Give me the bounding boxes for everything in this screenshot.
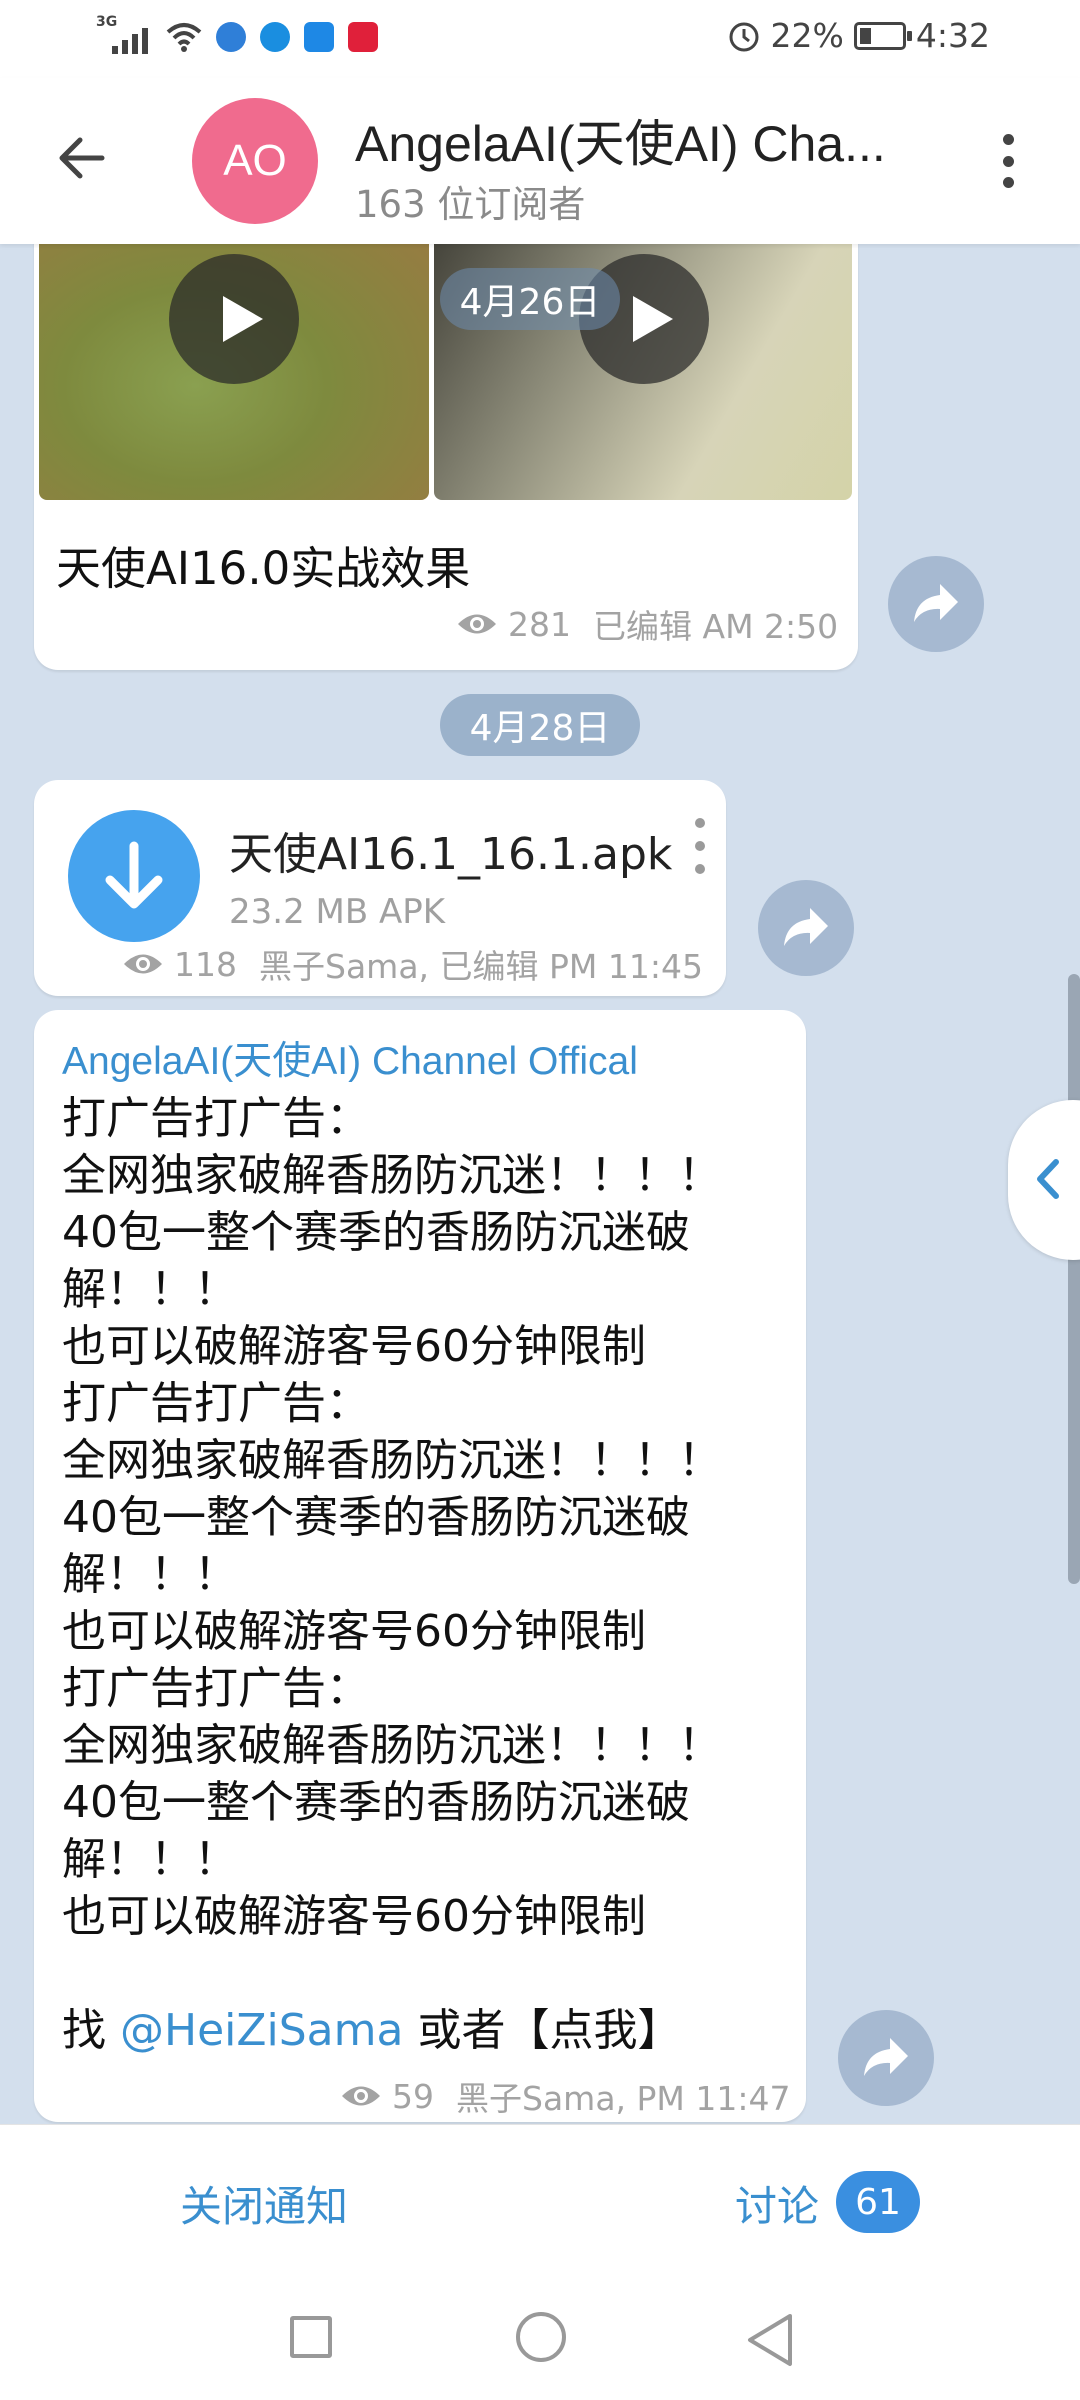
view-count: 118 [174,944,237,984]
eye-icon [124,954,162,974]
channel-avatar[interactable]: AO [192,98,318,224]
edit-time: 已编辑 AM 2:50 [593,607,839,646]
play-icon[interactable] [169,254,299,384]
wifi-icon [166,23,202,52]
message-sender[interactable]: AngelaAI(天使AI) Channel Offical [62,1030,638,1086]
status-left: 3G [96,14,378,56]
notif-app-icon-1 [216,22,246,52]
message-line: 打广告打广告： [62,1093,370,1144]
more-vert-icon [1002,134,1014,145]
mention-link[interactable]: @HeiZiSama [120,2005,403,2056]
back-button[interactable] [52,128,112,188]
clock: 4:32 [915,16,990,55]
eye-icon [342,2086,380,2106]
message-line: 解！！！ [62,1834,238,1885]
message-line: 解！！！ [62,1264,238,1315]
channel-bottom-bar: 关闭通知 讨论 61 [0,2124,1080,2284]
recents-button[interactable] [290,2316,332,2358]
message-line: 全网独家破解香肠防沉迷！！！！ [62,1720,722,1771]
nav-back-button[interactable] [744,2312,796,2368]
view-count: 59 [392,2076,434,2116]
notif-app-icon-4 [348,22,378,52]
scrollbar[interactable] [1068,974,1080,1584]
date-separator: 4月28日 [440,694,640,756]
subscriber-count: 163 位订阅者 [355,183,586,226]
share-icon [864,2038,908,2076]
home-button[interactable] [516,2312,566,2362]
discuss-button[interactable]: 讨论 [735,2173,819,2234]
chat-header: AO AngelaAI(天使AI) Cha... 163 位订阅者 [0,78,1080,244]
message-line: 40包一整个赛季的香肠防沉迷破 [62,1777,690,1828]
message-last-line: 找 @HeiZiSama 或者【点我】 [62,2002,681,2059]
download-button[interactable] [68,810,200,942]
video-thumbnail-1[interactable] [39,244,429,500]
signal-icon: 3G [96,14,152,56]
message-caption: 天使AI16.0实战效果 [56,542,471,595]
alarm-icon [729,22,759,51]
message-text-post[interactable]: AngelaAI(天使AI) Channel Offical 打广告打广告： 全… [34,1010,806,2122]
download-icon [105,841,163,909]
share-button[interactable] [838,2010,934,2106]
eye-icon [458,614,496,634]
battery-percent: 22% [770,16,844,55]
status-right: 22% 4:32 [727,16,990,55]
message-line: 也可以破解游客号60分钟限制 [62,1891,646,1942]
system-nav-bar [0,2284,1080,2400]
message-line: 解！！！ [62,1549,238,1600]
message-line: 也可以破解游客号60分钟限制 [62,1321,646,1372]
text-suffix[interactable]: 或者【点我】 [403,2005,681,2056]
mute-notifications-button[interactable]: 关闭通知 [180,2173,348,2234]
message-meta: 118 黑子Sama, 已编辑 PM 11:45 [122,940,703,988]
sender-time: 黑子Sama, PM 11:47 [456,2079,791,2118]
side-panel-tab[interactable] [1008,1100,1080,1260]
date-separator: 4月26日 [440,268,620,330]
share-icon [784,908,828,946]
message-meta: 281 已编辑 AM 2:50 [456,600,838,648]
message-line: 打广告打广告： [62,1378,370,1429]
file-menu-button[interactable] [690,818,710,874]
message-line: 40包一整个赛季的香肠防沉迷破 [62,1207,690,1258]
battery-icon [853,21,912,50]
chevron-left-icon [1037,1159,1059,1199]
back-arrow-icon [59,137,105,179]
file-name: 天使AI16.1_16.1.apk [229,829,673,880]
message-file[interactable]: 天使AI16.1_16.1.apk 23.2 MB APK 118 黑子Sama… [34,780,726,996]
view-count: 281 [508,604,571,644]
more-options-button[interactable] [990,128,1026,194]
file-size: 23.2 MB APK [229,892,446,932]
message-line: 全网独家破解香肠防沉迷！！！！ [62,1435,722,1486]
share-icon [914,584,958,622]
message-meta: 59 黑子Sama, PM 11:47 [340,2072,790,2120]
message-line: 也可以破解游客号60分钟限制 [62,1606,646,1657]
text-prefix: 找 [62,2005,120,2056]
share-button[interactable] [888,556,984,652]
sender-edit-time: 黑子Sama, 已编辑 PM 11:45 [259,947,703,986]
notif-app-icon-2 [260,22,290,52]
notif-app-icon-3 [304,22,334,52]
channel-title[interactable]: AngelaAI(天使AI) Cha... [355,104,886,176]
share-button[interactable] [758,880,854,976]
discuss-count-badge[interactable]: 61 [836,2171,920,2233]
message-line: 40包一整个赛季的香肠防沉迷破 [62,1492,690,1543]
message-line: 全网独家破解香肠防沉迷！！！！ [62,1150,722,1201]
message-line: 打广告打广告： [62,1663,370,1714]
status-bar: 3G 22% 4:32 [0,0,1080,78]
message-list[interactable]: 天使AI16.0实战效果 281 已编辑 AM 2:50 4月26日 4月28日… [0,244,1080,2124]
